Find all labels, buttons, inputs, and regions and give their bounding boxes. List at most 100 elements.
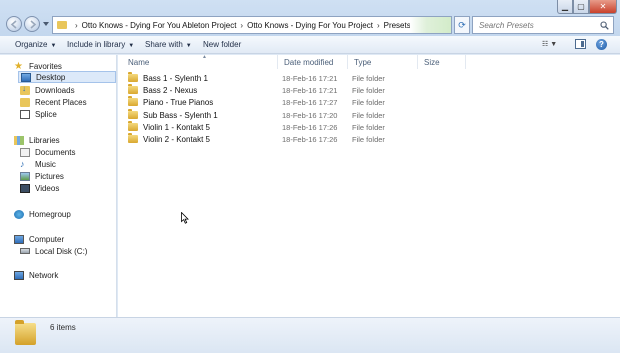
nav-homegroup[interactable]: Homegroup	[14, 208, 71, 220]
preview-pane-button[interactable]	[575, 39, 586, 49]
navigation-pane: ★ Favorites Desktop Downloads Recent Plac…	[0, 55, 117, 317]
table-row[interactable]: Sub Bass - Sylenth 1 18-Feb-16 17:20 Fil…	[122, 109, 466, 121]
table-row[interactable]: Violin 1 - Kontakt 5 18-Feb-16 17:26 Fil…	[122, 121, 466, 133]
refresh-button[interactable]: ⟳	[454, 16, 470, 34]
nav-item-label: Splice	[35, 109, 57, 119]
forward-button[interactable]	[24, 16, 40, 32]
search-input[interactable]	[479, 20, 597, 30]
minimize-button[interactable]: ▁	[557, 0, 573, 14]
table-row[interactable]: Bass 1 - Sylenth 1 18-Feb-16 17:21 File …	[122, 72, 466, 84]
forward-arrow-icon	[30, 20, 37, 29]
nav-item-label: Local Disk (C:)	[35, 246, 88, 256]
nav-item-documents[interactable]: Documents	[20, 146, 75, 158]
column-header-size[interactable]: Size	[418, 55, 466, 69]
nav-homegroup-label: Homegroup	[29, 209, 71, 219]
nav-item-pictures[interactable]: Pictures	[20, 170, 64, 182]
breadcrumb-separator-icon[interactable]: ›	[377, 21, 380, 30]
nav-libraries-label: Libraries	[29, 135, 60, 145]
file-date-modified: 18-Feb-16 17:20	[282, 110, 338, 120]
file-name: Bass 1 - Sylenth 1	[143, 73, 208, 83]
mouse-cursor-icon	[181, 212, 189, 224]
nav-item-local-disk[interactable]: Local Disk (C:)	[20, 245, 87, 257]
help-button[interactable]: ?	[596, 39, 607, 50]
folder-icon	[128, 96, 138, 106]
nav-computer[interactable]: Computer	[14, 233, 64, 245]
table-row[interactable]: Piano - True Pianos 18-Feb-16 17:27 File…	[122, 96, 466, 108]
share-with-button[interactable]: Share with ▼	[145, 40, 192, 49]
organize-button[interactable]: Organize ▼	[15, 40, 56, 49]
nav-item-downloads[interactable]: Downloads	[20, 84, 75, 96]
include-in-library-button[interactable]: Include in library ▼	[67, 40, 134, 49]
close-button[interactable]: ✕	[589, 0, 617, 14]
table-row[interactable]: Violin 2 - Kontakt 5 18-Feb-16 17:26 Fil…	[122, 133, 466, 145]
downloads-folder-icon	[20, 84, 30, 95]
sort-arrow-icon: ▲	[202, 54, 207, 60]
nav-network-label: Network	[29, 270, 59, 280]
file-list: Name ▲ Date modified Type Size Bass 1 - …	[118, 54, 620, 317]
include-in-library-label: Include in library	[67, 40, 126, 49]
new-folder-button[interactable]: New folder	[203, 40, 241, 49]
chevron-down-icon: ▼	[185, 43, 192, 49]
folder-icon	[128, 84, 138, 94]
column-header-name[interactable]: Name ▲	[122, 54, 278, 69]
nav-network[interactable]: Network	[14, 269, 58, 281]
breadcrumb-item-project[interactable]: Otto Knows - Dying For You Project	[247, 21, 373, 30]
chevron-down-icon: ▼	[50, 43, 57, 49]
file-date-modified: 18-Feb-16 17:26	[282, 134, 338, 144]
folder-icon	[128, 121, 138, 131]
column-header-label: Type	[354, 57, 372, 67]
recent-places-icon	[20, 97, 30, 107]
folder-icon	[57, 21, 67, 29]
file-date-modified: 18-Feb-16 17:26	[282, 122, 338, 132]
breadcrumb-separator-icon[interactable]: ›	[75, 21, 78, 30]
nav-item-splice[interactable]: Splice	[20, 108, 57, 120]
file-type: File folder	[352, 97, 385, 107]
back-button[interactable]	[6, 16, 22, 32]
nav-item-label: Documents	[35, 147, 76, 157]
file-type: File folder	[352, 122, 385, 132]
search-box[interactable]	[472, 16, 614, 34]
back-arrow-icon	[10, 20, 17, 29]
column-header-type[interactable]: Type	[348, 55, 418, 69]
column-header-label: Size	[424, 57, 440, 67]
close-icon: ✕	[599, 2, 607, 11]
chevron-down-icon: ▼	[128, 43, 135, 49]
nav-item-label: Videos	[35, 183, 60, 193]
nav-item-desktop[interactable]: Desktop	[18, 71, 116, 83]
breadcrumb-item-presets[interactable]: Presets	[384, 21, 411, 30]
file-date-modified: 18-Feb-16 17:21	[282, 85, 338, 95]
nav-item-recent-places[interactable]: Recent Places	[20, 96, 87, 108]
pictures-icon	[20, 171, 30, 181]
change-view-button[interactable]: ☷ ▼	[542, 40, 566, 50]
column-header-label: Name	[128, 57, 150, 67]
details-pane: 6 items	[0, 317, 620, 353]
item-count: 6 items	[50, 323, 76, 332]
nav-item-label: Downloads	[35, 85, 75, 95]
breadcrumb-item-ableton-project[interactable]: Otto Knows - Dying For You Ableton Proje…	[82, 21, 237, 30]
file-type: File folder	[352, 85, 385, 95]
file-name: Piano - True Pianos	[143, 97, 214, 107]
chevron-down-icon: ▼	[550, 41, 558, 48]
recent-pages-chevron-icon[interactable]	[42, 20, 50, 28]
splice-icon	[20, 109, 30, 119]
maximize-icon: ▢	[577, 2, 585, 11]
column-header-label: Date modified	[284, 57, 334, 67]
nav-item-music[interactable]: ♪ Music	[20, 158, 56, 170]
nav-item-label: Music	[35, 159, 56, 169]
help-icon: ?	[599, 40, 604, 49]
folder-icon	[128, 109, 138, 119]
nav-libraries[interactable]: Libraries	[14, 134, 60, 146]
maximize-button[interactable]: ▢	[573, 0, 589, 14]
star-icon: ★	[14, 60, 23, 72]
command-bar: Organize ▼ Include in library ▼ Share with…	[0, 36, 620, 54]
organize-label: Organize	[15, 40, 48, 49]
address-bar[interactable]: › Otto Knows - Dying For You Ableton Pro…	[52, 16, 452, 34]
search-icon[interactable]	[600, 21, 609, 30]
nav-computer-label: Computer	[29, 234, 65, 244]
column-header-date-modified[interactable]: Date modified	[278, 55, 348, 69]
nav-item-videos[interactable]: Videos	[20, 182, 59, 194]
breadcrumb-separator-icon[interactable]: ›	[240, 21, 243, 30]
refresh-icon: ⟳	[458, 19, 466, 30]
table-row[interactable]: Bass 2 - Nexus 18-Feb-16 17:21 File fold…	[122, 84, 466, 96]
file-name: Sub Bass - Sylenth 1	[143, 110, 218, 120]
